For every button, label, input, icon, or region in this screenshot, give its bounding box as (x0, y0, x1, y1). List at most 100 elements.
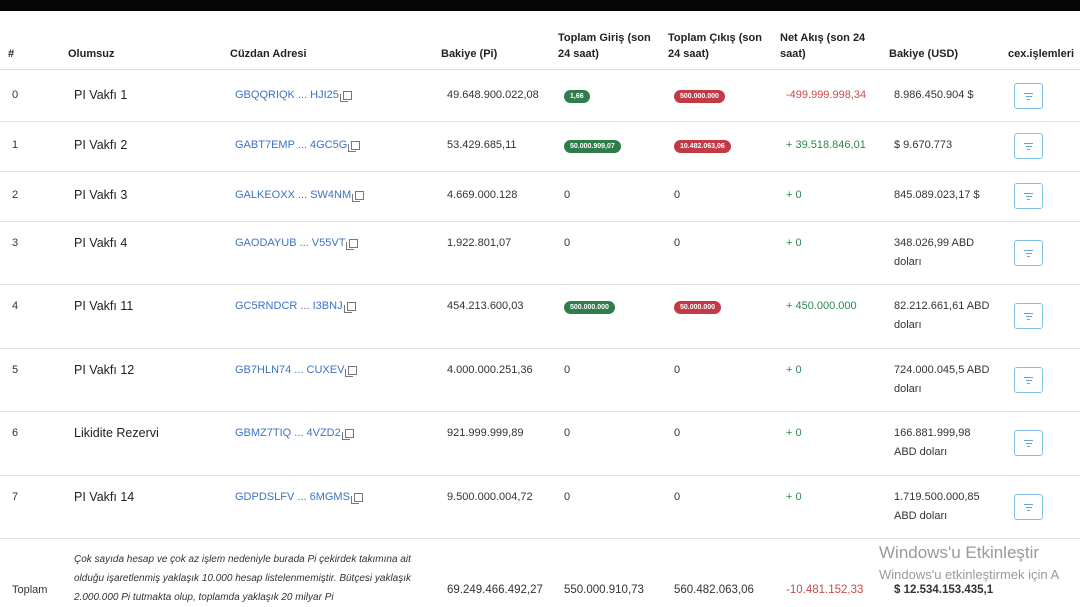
balance-usd-line1: 82.212.661,61 ABD (894, 300, 990, 312)
balance-usd-line1: 348.026,99 ABD (894, 237, 975, 249)
cex-filter-button[interactable] (1014, 183, 1043, 209)
outflow-value: 0 (674, 364, 681, 376)
balance-usd-line1: 1.719.500.000,85 (894, 491, 980, 503)
col-balance-header[interactable]: Bakiye (Pi) (441, 46, 497, 62)
wallet-address-link[interactable]: GABT7EMP ... 4GC5G (235, 136, 361, 155)
filter-icon (1024, 504, 1033, 513)
col-usd-header[interactable]: Bakiye (USD) (889, 46, 958, 62)
outflow-cell: 0 (674, 488, 680, 507)
balance-usd: 166.881.999,98 ABD doları (894, 424, 994, 462)
wallet-name: PI Vakfı 14 (74, 490, 135, 504)
copy-icon[interactable] (350, 493, 363, 504)
col-name-header[interactable]: Olumsuz (68, 46, 114, 62)
col-cex-header: cex.işlemleri (1008, 48, 1075, 60)
filter-icon (1024, 250, 1033, 259)
wallet-address-link[interactable]: GALKEOXX ... SW4NM (235, 186, 365, 205)
outflow-cell: 0 (674, 186, 680, 205)
activation-watermark-subtitle: Windows'u etkinleştirmek için A (879, 567, 1060, 582)
balance-usd-line2: doları (894, 319, 922, 331)
cex-filter-button[interactable] (1014, 303, 1043, 329)
wallet-address-text[interactable]: GBQQRIQK ... HJI25 (235, 86, 339, 105)
col-outflow-line2: 24 saat) (668, 48, 709, 60)
cex-filter-button[interactable] (1014, 83, 1043, 109)
balance-usd-line2: ABD doları (894, 510, 948, 522)
col-net-header[interactable]: Net Akış (son 24 saat) (780, 30, 865, 62)
wallet-address-text[interactable]: GC5RNDCR ... I3BNJ (235, 297, 343, 316)
inflow-cell: 0 (564, 361, 570, 380)
wallet-address-link[interactable]: GDPDSLFV ... 6MGMS (235, 488, 363, 507)
wallet-address-link[interactable]: GB7HLN74 ... CUXEV (235, 361, 358, 380)
filter-icon (1024, 377, 1033, 386)
net-flow: + 0 (786, 237, 802, 249)
wallet-address-text[interactable]: GAODAYUB ... V55VT (235, 234, 345, 253)
table-row: 6 Likidite Rezervi GBMZ7TIQ ... 4VZD2 921.9… (0, 411, 1080, 476)
outflow-value: 0 (674, 491, 681, 503)
copy-icon[interactable] (341, 429, 354, 440)
col-outflow-header[interactable]: Toplam Çıkış (son 24 saat) (668, 30, 762, 62)
wallet-address-text[interactable]: GALKEOXX ... SW4NM (235, 186, 351, 205)
copy-icon[interactable] (339, 91, 352, 102)
inflow-value: 0 (564, 491, 571, 503)
outflow-badge: 500.000.000 (674, 90, 725, 103)
total-note: Çok sayıda hesap ve çok az işlem nedeniy… (74, 554, 412, 603)
balance-pi: 4.000.000.251,36 (447, 364, 533, 376)
wallet-address-text[interactable]: GBMZ7TIQ ... 4VZD2 (235, 424, 341, 443)
row-index: 2 (12, 189, 19, 201)
outflow-cell: 0 (674, 424, 680, 443)
balance-usd-line2: ABD doları (894, 446, 948, 458)
col-net-line1: Net Akış (son 24 (780, 32, 866, 44)
row-index: 6 (12, 427, 19, 439)
col-address-header[interactable]: Cüzdan Adresi (230, 46, 307, 62)
outflow-cell: 0 (674, 361, 680, 380)
balance-usd: $ 9.670.773 (894, 136, 994, 155)
wallet-address-text[interactable]: GDPDSLFV ... 6MGMS (235, 488, 350, 507)
table-row: 3 PI Vakfı 4 GAODAYUB ... V55VT 1.922.801,0… (0, 221, 1080, 285)
balance-usd: 348.026,99 ABD doları (894, 234, 994, 272)
col-inflow-header[interactable]: Toplam Giriş (son 24 saat) (558, 30, 651, 62)
wallet-name: PI Vakfı 11 (74, 299, 134, 313)
inflow-cell: 0 (564, 424, 570, 443)
filter-icon (1024, 440, 1033, 449)
cex-filter-button[interactable] (1014, 367, 1043, 393)
wallet-address-text[interactable]: GABT7EMP ... 4GC5G (235, 136, 347, 155)
cex-filter-button[interactable] (1014, 133, 1043, 159)
row-index: 5 (12, 364, 19, 376)
wallet-address-link[interactable]: GBQQRIQK ... HJI25 (235, 86, 352, 105)
copy-icon[interactable] (352, 191, 365, 202)
net-flow: + 0 (786, 364, 802, 376)
copy-icon[interactable] (345, 366, 358, 377)
copy-icon[interactable] (346, 239, 359, 250)
balance-pi: 9.500.000.004,72 (447, 491, 533, 503)
cex-filter-button[interactable] (1014, 240, 1043, 266)
net-flow: + 450.000.000 (786, 300, 857, 312)
outflow-value: 0 (674, 237, 681, 249)
total-label: Toplam (12, 584, 48, 596)
balance-usd: 845.089.023,17 $ (894, 186, 994, 205)
total-net: -10.481.152,33 (786, 584, 864, 596)
wallet-address-link[interactable]: GAODAYUB ... V55VT (235, 234, 359, 253)
wallet-name: PI Vakfı 4 (74, 236, 128, 250)
outflow-value: 0 (674, 189, 681, 201)
col-outflow-line1: Toplam Çıkış (son (668, 32, 762, 44)
copy-icon[interactable] (343, 302, 356, 313)
table-row: 2 PI Vakfı 3 GALKEOXX ... SW4NM 4.669.000.1… (0, 171, 1080, 222)
inflow-badge: 50.000.909,07 (564, 140, 621, 153)
table-row: 5 PI Vakfı 12 GB7HLN74 ... CUXEV 4.000.000.… (0, 348, 1080, 412)
top-black-bar (0, 0, 1080, 11)
filter-icon (1024, 143, 1033, 152)
outflow-value: 0 (674, 427, 681, 439)
cex-filter-button[interactable] (1014, 494, 1043, 520)
outflow-cell: 50.000.000 (674, 297, 722, 316)
balance-pi: 1.922.801,07 (447, 237, 512, 249)
wallet-address-link[interactable]: GBMZ7TIQ ... 4VZD2 (235, 424, 354, 443)
inflow-value: 0 (564, 237, 571, 249)
wallet-address-text[interactable]: GB7HLN74 ... CUXEV (235, 361, 344, 380)
filter-icon (1024, 313, 1033, 322)
inflow-value: 0 (564, 427, 571, 439)
wallet-name: PI Vakfı 3 (74, 188, 128, 202)
total-balance: 69.249.466.492,27 (447, 584, 543, 596)
row-index: 7 (12, 491, 19, 503)
wallet-address-link[interactable]: GC5RNDCR ... I3BNJ (235, 297, 356, 316)
copy-icon[interactable] (348, 141, 361, 152)
cex-filter-button[interactable] (1014, 430, 1043, 456)
